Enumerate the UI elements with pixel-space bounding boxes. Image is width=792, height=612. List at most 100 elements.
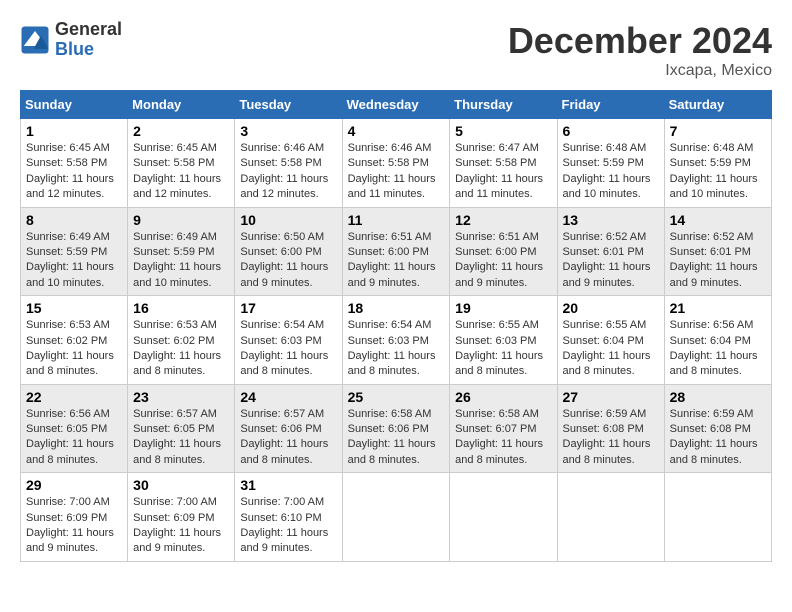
calendar-cell: 31 Sunrise: 7:00 AM Sunset: 6:10 PM Dayl… bbox=[235, 473, 342, 562]
sunset-info: Sunset: 6:07 PM bbox=[455, 423, 536, 435]
day-number: 28 bbox=[670, 389, 766, 405]
calendar-cell bbox=[557, 473, 664, 562]
week-row-5: 29 Sunrise: 7:00 AM Sunset: 6:09 PM Dayl… bbox=[21, 473, 772, 562]
day-number: 15 bbox=[26, 300, 122, 316]
daylight-info: Daylight: 11 hours and 8 minutes. bbox=[455, 438, 543, 465]
day-number: 4 bbox=[348, 123, 445, 139]
daylight-info: Daylight: 11 hours and 8 minutes. bbox=[563, 350, 651, 377]
daylight-info: Daylight: 11 hours and 9 minutes. bbox=[563, 261, 651, 288]
calendar-cell: 23 Sunrise: 6:57 AM Sunset: 6:05 PM Dayl… bbox=[128, 384, 235, 473]
calendar-cell: 28 Sunrise: 6:59 AM Sunset: 6:08 PM Dayl… bbox=[664, 384, 771, 473]
day-number: 11 bbox=[348, 212, 445, 228]
calendar-cell: 12 Sunrise: 6:51 AM Sunset: 6:00 PM Dayl… bbox=[450, 207, 557, 296]
day-number: 5 bbox=[455, 123, 551, 139]
sunrise-info: Sunrise: 7:00 AM bbox=[133, 496, 217, 508]
calendar-cell: 29 Sunrise: 7:00 AM Sunset: 6:09 PM Dayl… bbox=[21, 473, 128, 562]
logo-general: General bbox=[55, 20, 122, 40]
daylight-info: Daylight: 11 hours and 8 minutes. bbox=[240, 350, 328, 377]
logo: General Blue bbox=[20, 20, 122, 60]
sunrise-info: Sunrise: 6:46 AM bbox=[240, 142, 324, 154]
sunrise-info: Sunrise: 6:51 AM bbox=[348, 231, 432, 243]
calendar-cell: 1 Sunrise: 6:45 AM Sunset: 5:58 PM Dayli… bbox=[21, 119, 128, 208]
sunset-info: Sunset: 6:10 PM bbox=[240, 512, 321, 524]
day-number: 27 bbox=[563, 389, 659, 405]
day-number: 8 bbox=[26, 212, 122, 228]
sunrise-info: Sunrise: 6:57 AM bbox=[133, 408, 217, 420]
col-tuesday: Tuesday bbox=[235, 91, 342, 119]
calendar-cell: 16 Sunrise: 6:53 AM Sunset: 6:02 PM Dayl… bbox=[128, 296, 235, 385]
sunrise-info: Sunrise: 6:45 AM bbox=[26, 142, 110, 154]
week-row-2: 8 Sunrise: 6:49 AM Sunset: 5:59 PM Dayli… bbox=[21, 207, 772, 296]
sunrise-info: Sunrise: 6:55 AM bbox=[563, 319, 647, 331]
sunset-info: Sunset: 6:04 PM bbox=[670, 335, 751, 347]
calendar-cell: 27 Sunrise: 6:59 AM Sunset: 6:08 PM Dayl… bbox=[557, 384, 664, 473]
daylight-info: Daylight: 11 hours and 10 minutes. bbox=[563, 173, 651, 200]
sunset-info: Sunset: 6:01 PM bbox=[563, 246, 644, 258]
sunset-info: Sunset: 6:02 PM bbox=[26, 335, 107, 347]
day-number: 1 bbox=[26, 123, 122, 139]
calendar-cell: 20 Sunrise: 6:55 AM Sunset: 6:04 PM Dayl… bbox=[557, 296, 664, 385]
calendar-cell: 2 Sunrise: 6:45 AM Sunset: 5:58 PM Dayli… bbox=[128, 119, 235, 208]
sunrise-info: Sunrise: 6:48 AM bbox=[563, 142, 647, 154]
daylight-info: Daylight: 11 hours and 12 minutes. bbox=[133, 173, 221, 200]
calendar-cell bbox=[450, 473, 557, 562]
sunrise-info: Sunrise: 6:48 AM bbox=[670, 142, 754, 154]
sunset-info: Sunset: 5:58 PM bbox=[133, 157, 214, 169]
sunrise-info: Sunrise: 6:58 AM bbox=[348, 408, 432, 420]
day-number: 17 bbox=[240, 300, 336, 316]
sunrise-info: Sunrise: 6:54 AM bbox=[348, 319, 432, 331]
sunset-info: Sunset: 6:03 PM bbox=[240, 335, 321, 347]
sunset-info: Sunset: 5:58 PM bbox=[348, 157, 429, 169]
sunset-info: Sunset: 6:05 PM bbox=[133, 423, 214, 435]
location: Ixcapa, Mexico bbox=[508, 62, 772, 80]
sunset-info: Sunset: 6:03 PM bbox=[348, 335, 429, 347]
calendar-cell: 10 Sunrise: 6:50 AM Sunset: 6:00 PM Dayl… bbox=[235, 207, 342, 296]
daylight-info: Daylight: 11 hours and 8 minutes. bbox=[670, 350, 758, 377]
day-number: 10 bbox=[240, 212, 336, 228]
daylight-info: Daylight: 11 hours and 8 minutes. bbox=[26, 438, 114, 465]
sunset-info: Sunset: 6:06 PM bbox=[348, 423, 429, 435]
sunrise-info: Sunrise: 6:50 AM bbox=[240, 231, 324, 243]
sunrise-info: Sunrise: 6:54 AM bbox=[240, 319, 324, 331]
logo-blue: Blue bbox=[55, 40, 122, 60]
daylight-info: Daylight: 11 hours and 9 minutes. bbox=[670, 261, 758, 288]
sunset-info: Sunset: 5:58 PM bbox=[455, 157, 536, 169]
calendar-cell: 14 Sunrise: 6:52 AM Sunset: 6:01 PM Dayl… bbox=[664, 207, 771, 296]
sunrise-info: Sunrise: 6:59 AM bbox=[670, 408, 754, 420]
sunset-info: Sunset: 6:01 PM bbox=[670, 246, 751, 258]
sunset-info: Sunset: 6:02 PM bbox=[133, 335, 214, 347]
calendar-cell: 7 Sunrise: 6:48 AM Sunset: 5:59 PM Dayli… bbox=[664, 119, 771, 208]
week-row-1: 1 Sunrise: 6:45 AM Sunset: 5:58 PM Dayli… bbox=[21, 119, 772, 208]
calendar-cell: 22 Sunrise: 6:56 AM Sunset: 6:05 PM Dayl… bbox=[21, 384, 128, 473]
sunset-info: Sunset: 6:00 PM bbox=[240, 246, 321, 258]
calendar-header-row: Sunday Monday Tuesday Wednesday Thursday… bbox=[21, 91, 772, 119]
day-number: 22 bbox=[26, 389, 122, 405]
calendar-cell: 13 Sunrise: 6:52 AM Sunset: 6:01 PM Dayl… bbox=[557, 207, 664, 296]
daylight-info: Daylight: 11 hours and 8 minutes. bbox=[348, 438, 436, 465]
sunrise-info: Sunrise: 6:56 AM bbox=[670, 319, 754, 331]
daylight-info: Daylight: 11 hours and 8 minutes. bbox=[670, 438, 758, 465]
calendar-table: Sunday Monday Tuesday Wednesday Thursday… bbox=[20, 90, 772, 562]
col-thursday: Thursday bbox=[450, 91, 557, 119]
day-number: 18 bbox=[348, 300, 445, 316]
day-number: 13 bbox=[563, 212, 659, 228]
sunrise-info: Sunrise: 6:52 AM bbox=[670, 231, 754, 243]
sunset-info: Sunset: 6:05 PM bbox=[26, 423, 107, 435]
sunrise-info: Sunrise: 6:49 AM bbox=[26, 231, 110, 243]
calendar-cell: 15 Sunrise: 6:53 AM Sunset: 6:02 PM Dayl… bbox=[21, 296, 128, 385]
daylight-info: Daylight: 11 hours and 10 minutes. bbox=[670, 173, 758, 200]
calendar-cell: 6 Sunrise: 6:48 AM Sunset: 5:59 PM Dayli… bbox=[557, 119, 664, 208]
day-number: 23 bbox=[133, 389, 229, 405]
sunset-info: Sunset: 5:59 PM bbox=[133, 246, 214, 258]
sunrise-info: Sunrise: 6:51 AM bbox=[455, 231, 539, 243]
sunrise-info: Sunrise: 6:55 AM bbox=[455, 319, 539, 331]
daylight-info: Daylight: 11 hours and 12 minutes. bbox=[26, 173, 114, 200]
daylight-info: Daylight: 11 hours and 9 minutes. bbox=[455, 261, 543, 288]
calendar-cell: 18 Sunrise: 6:54 AM Sunset: 6:03 PM Dayl… bbox=[342, 296, 450, 385]
sunrise-info: Sunrise: 6:49 AM bbox=[133, 231, 217, 243]
calendar-cell bbox=[664, 473, 771, 562]
daylight-info: Daylight: 11 hours and 11 minutes. bbox=[348, 173, 436, 200]
day-number: 7 bbox=[670, 123, 766, 139]
week-row-3: 15 Sunrise: 6:53 AM Sunset: 6:02 PM Dayl… bbox=[21, 296, 772, 385]
sunset-info: Sunset: 5:59 PM bbox=[563, 157, 644, 169]
